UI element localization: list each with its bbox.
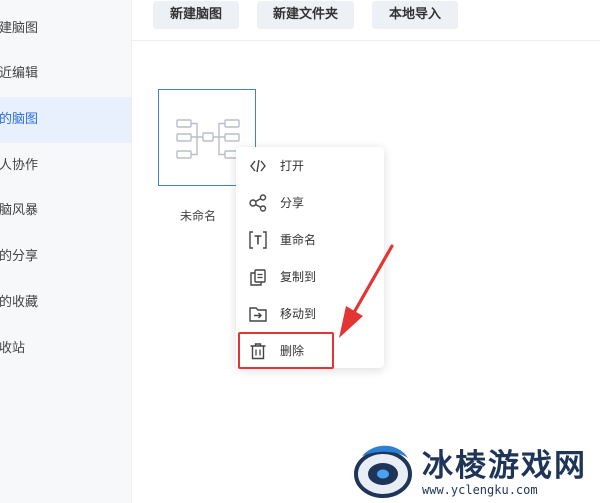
new-mindmap-button[interactable]: 新建脑图 — [153, 1, 239, 29]
sidebar-item-favorites[interactable]: 我的收藏 — [0, 280, 131, 326]
file-name: 未命名 — [180, 209, 217, 223]
watermark-logo-icon — [354, 445, 412, 498]
watermark-brand-text: 冰棱游戏网 — [422, 448, 587, 484]
share-icon — [249, 194, 267, 212]
move-folder-icon — [249, 307, 267, 322]
watermark-url: www.yclengku.com — [422, 483, 538, 497]
toolbar-divider — [131, 40, 600, 41]
menu-item-label: 打开 — [280, 159, 305, 173]
sidebar-item-brainstorm[interactable]: 头脑风暴 — [0, 188, 131, 234]
sidebar-item-collaboration[interactable]: 多人协作 — [0, 143, 131, 189]
rename-icon — [249, 231, 267, 249]
menu-item-label: 移动到 — [280, 307, 317, 321]
sidebar: 新建脑图 最近编辑 我的脑图 多人协作 头脑风暴 我的分享 我的收藏 回收站 — [0, 0, 132, 503]
sidebar-item-new-mindmap[interactable]: 新建脑图 — [0, 6, 131, 52]
sidebar-item-label: 最近编辑 — [0, 66, 39, 81]
new-folder-button[interactable]: 新建文件夹 — [257, 1, 354, 29]
menu-item-open[interactable]: 打开 — [236, 148, 384, 184]
copy-icon — [250, 269, 266, 286]
sidebar-item-label: 回收站 — [0, 341, 26, 356]
code-brackets-icon — [250, 159, 266, 173]
menu-item-label: 复制到 — [280, 270, 317, 284]
sidebar-item-recent[interactable]: 最近编辑 — [0, 51, 131, 97]
sidebar-item-label: 多人协作 — [0, 158, 39, 173]
sidebar-item-label: 新建脑图 — [0, 21, 39, 36]
menu-item-share[interactable]: 分享 — [236, 185, 384, 221]
menu-item-copy-to[interactable]: 复制到 — [236, 259, 384, 295]
sidebar-item-label: 我的脑图 — [0, 112, 39, 127]
sidebar-item-label: 我的收藏 — [0, 295, 39, 310]
delete-highlight-box — [238, 332, 334, 369]
sidebar-item-recycle-bin[interactable]: 回收站 — [0, 326, 131, 372]
import-button[interactable]: 本地导入 — [372, 1, 458, 29]
menu-item-move-to[interactable]: 移动到 — [236, 296, 384, 332]
watermark: 冰棱游戏网 www.yclengku.com — [350, 440, 600, 503]
sidebar-item-label: 我的分享 — [0, 249, 39, 264]
sidebar-item-my-shares[interactable]: 我的分享 — [0, 234, 131, 280]
sidebar-item-my-mindmaps[interactable]: 我的脑图 — [0, 97, 131, 143]
menu-item-label: 重命名 — [280, 233, 317, 247]
menu-item-rename[interactable]: 重命名 — [236, 222, 384, 258]
menu-item-label: 分享 — [280, 196, 305, 210]
sidebar-item-label: 头脑风暴 — [0, 203, 39, 218]
